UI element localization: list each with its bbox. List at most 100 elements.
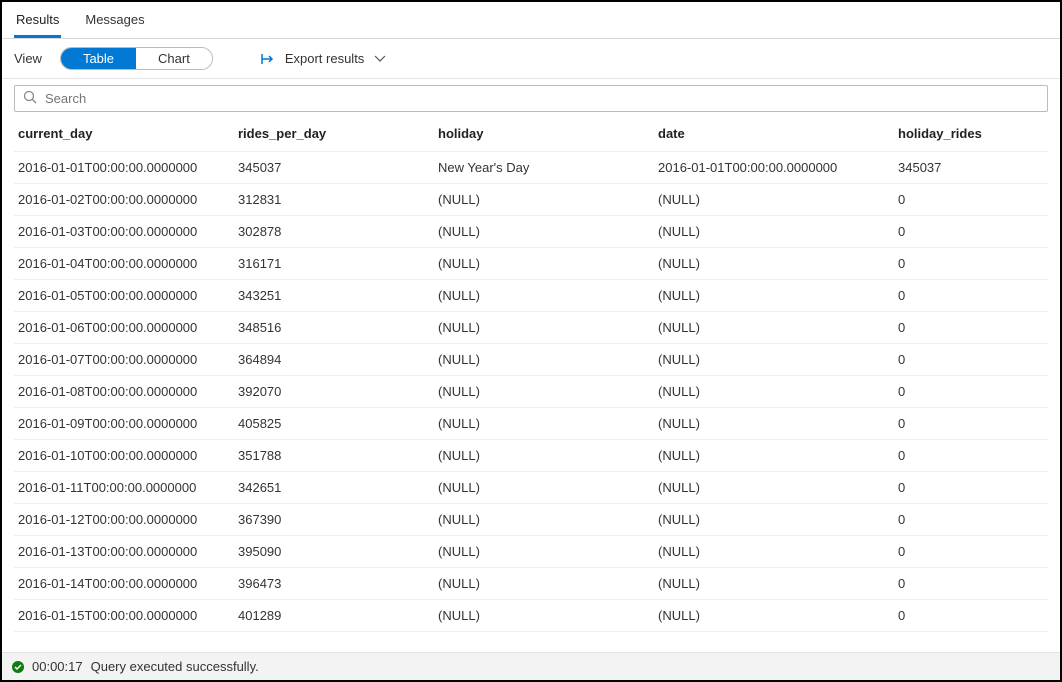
cell-date: (NULL) bbox=[658, 576, 898, 591]
cell-holiday: (NULL) bbox=[438, 448, 658, 463]
grid-body[interactable]: 2016-01-01T00:00:00.0000000345037New Yea… bbox=[14, 152, 1048, 649]
cell-current-day: 2016-01-05T00:00:00.0000000 bbox=[18, 288, 238, 303]
column-header-date[interactable]: date bbox=[658, 126, 898, 141]
view-chart-button[interactable]: Chart bbox=[136, 48, 212, 69]
tab-bar: Results Messages bbox=[2, 2, 1060, 39]
success-icon bbox=[12, 661, 24, 673]
table-row[interactable]: 2016-01-12T00:00:00.0000000367390(NULL)(… bbox=[14, 504, 1048, 536]
cell-date: 2016-01-01T00:00:00.0000000 bbox=[658, 160, 898, 175]
cell-date: (NULL) bbox=[658, 192, 898, 207]
cell-current-day: 2016-01-07T00:00:00.0000000 bbox=[18, 352, 238, 367]
cell-current-day: 2016-01-04T00:00:00.0000000 bbox=[18, 256, 238, 271]
cell-holiday: (NULL) bbox=[438, 384, 658, 399]
cell-rides-per-day: 312831 bbox=[238, 192, 438, 207]
results-grid: current_day rides_per_day holiday date h… bbox=[2, 116, 1060, 652]
cell-date: (NULL) bbox=[658, 448, 898, 463]
cell-holiday: (NULL) bbox=[438, 576, 658, 591]
status-time: 00:00:17 bbox=[32, 659, 83, 674]
table-row[interactable]: 2016-01-10T00:00:00.0000000351788(NULL)(… bbox=[14, 440, 1048, 472]
cell-rides-per-day: 401289 bbox=[238, 608, 438, 623]
cell-date: (NULL) bbox=[658, 256, 898, 271]
table-row[interactable]: 2016-01-08T00:00:00.0000000392070(NULL)(… bbox=[14, 376, 1048, 408]
cell-rides-per-day: 392070 bbox=[238, 384, 438, 399]
table-row[interactable]: 2016-01-15T00:00:00.0000000401289(NULL)(… bbox=[14, 600, 1048, 632]
search-input[interactable] bbox=[45, 91, 1039, 106]
table-row[interactable]: 2016-01-05T00:00:00.0000000343251(NULL)(… bbox=[14, 280, 1048, 312]
table-row[interactable]: 2016-01-09T00:00:00.0000000405825(NULL)(… bbox=[14, 408, 1048, 440]
cell-current-day: 2016-01-11T00:00:00.0000000 bbox=[18, 480, 238, 495]
grid-header-row: current_day rides_per_day holiday date h… bbox=[14, 116, 1048, 152]
cell-holiday: (NULL) bbox=[438, 192, 658, 207]
cell-rides-per-day: 343251 bbox=[238, 288, 438, 303]
cell-holiday-rides: 345037 bbox=[898, 160, 1038, 175]
cell-date: (NULL) bbox=[658, 320, 898, 335]
column-header-holiday-rides[interactable]: holiday_rides bbox=[898, 126, 1038, 141]
cell-current-day: 2016-01-13T00:00:00.0000000 bbox=[18, 544, 238, 559]
column-header-current-day[interactable]: current_day bbox=[18, 126, 238, 141]
tab-results[interactable]: Results bbox=[14, 8, 61, 38]
cell-holiday-rides: 0 bbox=[898, 352, 1038, 367]
cell-date: (NULL) bbox=[658, 512, 898, 527]
table-row[interactable]: 2016-01-07T00:00:00.0000000364894(NULL)(… bbox=[14, 344, 1048, 376]
table-row[interactable]: 2016-01-13T00:00:00.0000000395090(NULL)(… bbox=[14, 536, 1048, 568]
export-label: Export results bbox=[285, 51, 364, 66]
cell-rides-per-day: 302878 bbox=[238, 224, 438, 239]
cell-holiday: (NULL) bbox=[438, 544, 658, 559]
cell-rides-per-day: 364894 bbox=[238, 352, 438, 367]
cell-rides-per-day: 345037 bbox=[238, 160, 438, 175]
export-icon bbox=[261, 52, 277, 66]
view-table-button[interactable]: Table bbox=[61, 48, 136, 69]
cell-holiday: (NULL) bbox=[438, 608, 658, 623]
cell-holiday-rides: 0 bbox=[898, 608, 1038, 623]
tab-messages[interactable]: Messages bbox=[83, 8, 146, 38]
cell-rides-per-day: 367390 bbox=[238, 512, 438, 527]
table-row[interactable]: 2016-01-06T00:00:00.0000000348516(NULL)(… bbox=[14, 312, 1048, 344]
table-row[interactable]: 2016-01-02T00:00:00.0000000312831(NULL)(… bbox=[14, 184, 1048, 216]
cell-rides-per-day: 351788 bbox=[238, 448, 438, 463]
cell-rides-per-day: 405825 bbox=[238, 416, 438, 431]
cell-rides-per-day: 342651 bbox=[238, 480, 438, 495]
cell-current-day: 2016-01-08T00:00:00.0000000 bbox=[18, 384, 238, 399]
export-results-button[interactable]: Export results bbox=[261, 51, 386, 66]
status-bar: 00:00:17 Query executed successfully. bbox=[2, 652, 1060, 680]
cell-holiday: (NULL) bbox=[438, 352, 658, 367]
cell-holiday-rides: 0 bbox=[898, 192, 1038, 207]
cell-date: (NULL) bbox=[658, 608, 898, 623]
cell-holiday-rides: 0 bbox=[898, 544, 1038, 559]
table-row[interactable]: 2016-01-04T00:00:00.0000000316171(NULL)(… bbox=[14, 248, 1048, 280]
table-row[interactable]: 2016-01-03T00:00:00.0000000302878(NULL)(… bbox=[14, 216, 1048, 248]
cell-current-day: 2016-01-06T00:00:00.0000000 bbox=[18, 320, 238, 335]
cell-rides-per-day: 348516 bbox=[238, 320, 438, 335]
cell-rides-per-day: 396473 bbox=[238, 576, 438, 591]
column-header-rides-per-day[interactable]: rides_per_day bbox=[238, 126, 438, 141]
cell-date: (NULL) bbox=[658, 288, 898, 303]
search-box[interactable] bbox=[14, 85, 1048, 112]
column-header-holiday[interactable]: holiday bbox=[438, 126, 658, 141]
cell-current-day: 2016-01-10T00:00:00.0000000 bbox=[18, 448, 238, 463]
cell-current-day: 2016-01-02T00:00:00.0000000 bbox=[18, 192, 238, 207]
cell-current-day: 2016-01-01T00:00:00.0000000 bbox=[18, 160, 238, 175]
cell-holiday-rides: 0 bbox=[898, 224, 1038, 239]
cell-holiday: (NULL) bbox=[438, 480, 658, 495]
view-label: View bbox=[14, 51, 42, 66]
cell-rides-per-day: 316171 bbox=[238, 256, 438, 271]
table-row[interactable]: 2016-01-14T00:00:00.0000000396473(NULL)(… bbox=[14, 568, 1048, 600]
toolbar: View Table Chart Export results bbox=[2, 39, 1060, 79]
cell-date: (NULL) bbox=[658, 384, 898, 399]
cell-current-day: 2016-01-12T00:00:00.0000000 bbox=[18, 512, 238, 527]
table-row[interactable]: 2016-01-01T00:00:00.0000000345037New Yea… bbox=[14, 152, 1048, 184]
cell-date: (NULL) bbox=[658, 480, 898, 495]
cell-holiday: (NULL) bbox=[438, 320, 658, 335]
cell-holiday-rides: 0 bbox=[898, 384, 1038, 399]
cell-date: (NULL) bbox=[658, 544, 898, 559]
cell-holiday: New Year's Day bbox=[438, 160, 658, 175]
table-row[interactable]: 2016-01-11T00:00:00.0000000342651(NULL)(… bbox=[14, 472, 1048, 504]
cell-holiday-rides: 0 bbox=[898, 288, 1038, 303]
cell-holiday: (NULL) bbox=[438, 224, 658, 239]
chevron-down-icon bbox=[374, 51, 386, 66]
cell-current-day: 2016-01-03T00:00:00.0000000 bbox=[18, 224, 238, 239]
cell-holiday-rides: 0 bbox=[898, 416, 1038, 431]
cell-holiday-rides: 0 bbox=[898, 480, 1038, 495]
cell-date: (NULL) bbox=[658, 352, 898, 367]
cell-current-day: 2016-01-14T00:00:00.0000000 bbox=[18, 576, 238, 591]
